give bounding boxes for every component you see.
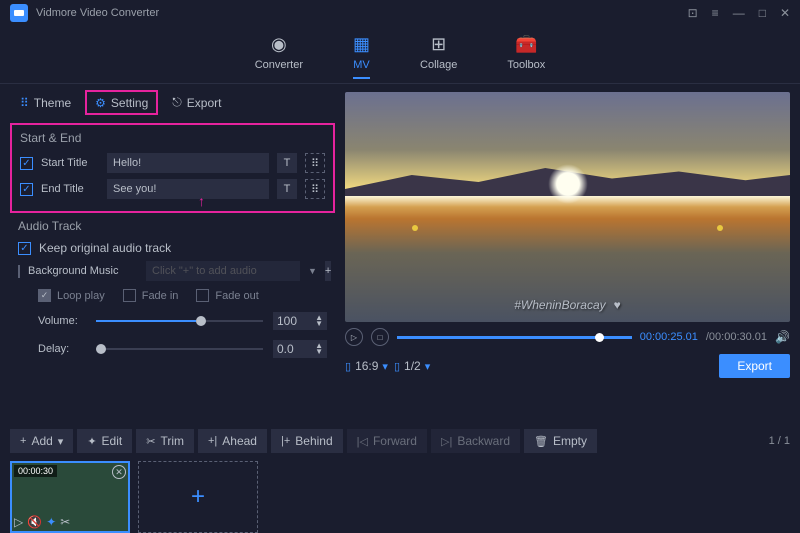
tab-toolbox-label: Toolbox (507, 59, 545, 71)
collage-icon: ⊞ (431, 34, 446, 55)
converter-icon: ◉ (271, 34, 287, 55)
toolbox-icon: 🧰 (515, 34, 537, 55)
clip-duration: 00:00:30 (14, 465, 57, 477)
subtab-export-label: Export (187, 96, 222, 110)
theme-icon: ⠿ (20, 96, 29, 110)
fade-out-checkbox[interactable] (196, 289, 209, 302)
effect-icon[interactable]: ✦ (46, 515, 56, 529)
ahead-button[interactable]: +| Ahead (198, 429, 267, 453)
heart-icon: ♥ (614, 298, 621, 312)
fade-in-label: Fade in (142, 290, 179, 302)
menu-icon[interactable]: ≡ (712, 6, 719, 20)
maximize-icon[interactable]: □ (759, 6, 766, 20)
tab-mv[interactable]: ▦ MV (353, 34, 370, 79)
bg-music-input[interactable] (146, 261, 300, 281)
subtab-setting[interactable]: ⚙ Setting (85, 90, 158, 115)
time-total: /00:00:30.01 (706, 331, 767, 343)
scale-button[interactable]: ▯ 1/2 ▾ (394, 359, 430, 373)
subtab-export[interactable]: ⎋ Export (162, 90, 231, 115)
add-clip-button[interactable]: + (138, 461, 258, 533)
end-title-input[interactable] (107, 179, 269, 199)
end-title-label: End Title (41, 183, 99, 195)
page-indicator: 1 / 1 (769, 435, 790, 447)
tab-converter[interactable]: ◉ Converter (255, 34, 303, 79)
stop-button[interactable]: □ (371, 328, 389, 346)
start-end-title: Start & End (20, 131, 325, 145)
subtab-theme-label: Theme (34, 96, 71, 110)
video-preview[interactable]: #WheninBoracay ♥ (345, 92, 790, 322)
empty-button[interactable]: 🗑 Empty (524, 429, 597, 453)
start-title-label: Start Title (41, 157, 99, 169)
fade-in-checkbox[interactable] (123, 289, 136, 302)
end-title-color-button[interactable]: ⠿ (305, 179, 325, 199)
scissors-icon[interactable]: ✂ (60, 515, 70, 529)
clips-area: 00:00:30 ✕ ▷ 🔇 ✦ ✂ + (0, 461, 800, 533)
main-tabs: ◉ Converter ▦ MV ⊞ Collage 🧰 Toolbox (0, 26, 800, 84)
start-title-font-button[interactable]: T (277, 153, 297, 173)
fade-out-label: Fade out (215, 290, 258, 302)
start-title-color-button[interactable]: ⠿ (305, 153, 325, 173)
volume-icon[interactable]: 🔊 (775, 330, 790, 344)
tab-converter-label: Converter (255, 59, 303, 71)
subtab-theme[interactable]: ⠿ Theme (10, 90, 81, 115)
clip-toolbar: + Add ▾ ✦ Edit ✂ Trim +| Ahead |+ Behind… (0, 421, 800, 461)
tab-collage-label: Collage (420, 59, 457, 71)
feedback-icon[interactable]: ⊡ (688, 6, 698, 20)
volume-value[interactable]: 100▲▼ (273, 312, 327, 330)
end-title-font-button[interactable]: T (277, 179, 297, 199)
tab-toolbox[interactable]: 🧰 Toolbox (507, 34, 545, 79)
preview-caption: #WheninBoracay ♥ (514, 298, 621, 312)
loop-play-checkbox[interactable] (38, 289, 51, 302)
clip-item[interactable]: 00:00:30 ✕ ▷ 🔇 ✦ ✂ (10, 461, 130, 533)
subtab-setting-label: Setting (111, 96, 148, 110)
volume-slider[interactable] (96, 320, 263, 322)
add-button[interactable]: + Add ▾ (10, 429, 73, 453)
mv-icon: ▦ (353, 34, 370, 55)
behind-button[interactable]: |+ Behind (271, 429, 343, 453)
time-current: 00:00:25.01 (640, 331, 698, 343)
start-end-section: Start & End Start Title T ⠿ End Title T … (10, 123, 335, 213)
delay-value[interactable]: 0.0▲▼ (273, 340, 327, 358)
play-button[interactable]: ▷ (345, 328, 363, 346)
audio-track-title: Audio Track (18, 219, 327, 233)
export-button[interactable]: Export (719, 354, 790, 378)
volume-label: Volume: (38, 315, 86, 327)
trim-button[interactable]: ✂ Trim (136, 429, 194, 453)
gear-icon: ⚙ (95, 96, 106, 110)
mute-icon[interactable]: 🔇 (27, 515, 42, 529)
clip-remove-button[interactable]: ✕ (112, 465, 126, 479)
titlebar: Vidmore Video Converter ⊡ ≡ — □ ✕ (0, 0, 800, 26)
keep-original-label: Keep original audio track (39, 241, 171, 255)
keep-original-checkbox[interactable] (18, 242, 31, 255)
aspect-ratio-button[interactable]: ▯ 16:9 ▾ (345, 359, 388, 373)
app-title: Vidmore Video Converter (36, 7, 159, 19)
bg-music-checkbox[interactable] (18, 265, 20, 278)
edit-button[interactable]: ✦ Edit (77, 429, 132, 453)
tab-collage[interactable]: ⊞ Collage (420, 34, 457, 79)
add-audio-button[interactable]: + (325, 261, 331, 281)
backward-button[interactable]: ▷| Backward (431, 429, 520, 453)
tab-mv-label: MV (353, 59, 370, 71)
audio-track-section: Audio Track Keep original audio track Ba… (10, 213, 335, 374)
start-title-checkbox[interactable] (20, 157, 33, 170)
export-icon: ⎋ (172, 95, 182, 110)
play-icon[interactable]: ▷ (14, 515, 23, 529)
delay-slider[interactable] (96, 348, 263, 350)
progress-bar[interactable] (397, 336, 632, 339)
annotation-arrow-icon: ↑ (198, 193, 205, 209)
delay-label: Delay: (38, 343, 86, 355)
bg-music-label: Background Music (28, 265, 138, 277)
start-title-input[interactable] (107, 153, 269, 173)
app-logo (10, 4, 28, 22)
forward-button[interactable]: |◁ Forward (347, 429, 427, 453)
end-title-checkbox[interactable] (20, 183, 33, 196)
close-icon[interactable]: ✕ (780, 6, 790, 20)
minimize-icon[interactable]: — (733, 6, 745, 20)
loop-play-label: Loop play (57, 290, 105, 302)
